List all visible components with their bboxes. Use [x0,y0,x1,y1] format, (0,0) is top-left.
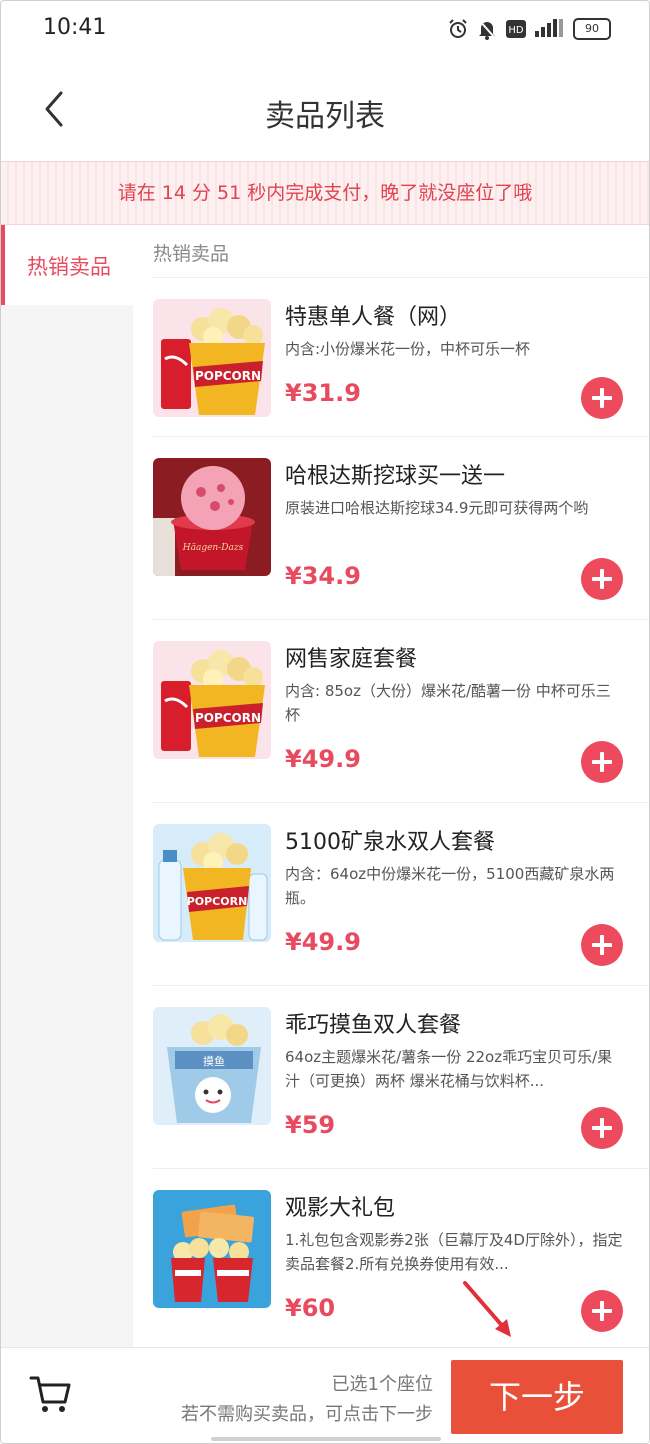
svg-text:Häagen-Dazs: Häagen-Dazs [182,543,244,553]
next-step-button[interactable]: 下一步 [451,1360,623,1434]
product-name: 观影大礼包 [285,1196,396,1221]
svg-text:POPCORN: POPCORN [195,711,261,725]
add-to-cart-button[interactable] [581,377,623,419]
product-desc: 内含: 85oz（大份）爆米花/酷薯一份 中杯可乐三杯 [285,682,611,724]
gift-pack-icon [153,1190,271,1308]
product-price: ¥49.9 [285,745,361,773]
signal-icon [535,19,563,37]
ice-cream-icon: Häagen-Dazs [153,458,271,576]
product-price: ¥34.9 [285,562,361,590]
product-price: ¥31.9 [285,379,361,407]
seat-info: 已选1个座位 若不需购买卖品，可点击下一步 [181,1370,433,1430]
divider [153,1168,649,1169]
product-name: 网售家庭套餐 [285,647,418,672]
product-item[interactable]: POPCORN 5100矿泉水双人套餐 内含：64oz中份爆米花一份，5100西… [133,824,649,1007]
seat-selected-text: 已选1个座位 [331,1374,433,1395]
add-to-cart-button[interactable] [581,558,623,600]
svg-text:POPCORN: POPCORN [195,369,261,383]
popcorn-cola-icon: POPCORN [153,299,271,417]
product-desc: 64oz主题爆米花/薯条一份 22oz乖巧宝贝可乐/果汁（可更换）两杯 爆米花桶… [285,1048,613,1090]
product-name: 哈根达斯挖球买一送一 [285,464,506,489]
skip-hint-text: 若不需购买卖品，可点击下一步 [181,1404,433,1425]
divider [153,277,649,278]
product-name: 5100矿泉水双人套餐 [285,830,495,855]
divider [153,436,649,437]
home-indicator [211,1437,441,1441]
product-desc: 1.礼包包含观影券2张（巨幕厅及4D厅除外），指定卖品套餐2.所有兑换券使用有效… [285,1231,623,1273]
product-desc: 内含:小份爆米花一份，中杯可乐一杯 [285,340,531,358]
status-icons: HD 90 [447,17,611,41]
payment-countdown-banner: 请在 14 分 51 秒内完成支付，晚了就没座位了哦 [1,161,649,225]
product-desc: 内含：64oz中份爆米花一份，5100西藏矿泉水两瓶。 [285,865,615,907]
hd-icon: HD [506,20,526,38]
nav-header: 卖品列表 [1,57,649,161]
section-title: 热销卖品 [153,243,230,265]
add-to-cart-button[interactable] [581,1107,623,1149]
product-item[interactable]: POPCORN 特惠单人餐（网） 内含:小份爆米花一份，中杯可乐一杯 ¥31.9 [133,299,649,482]
svg-text:HD: HD [508,25,524,36]
mute-bell-icon [478,19,496,40]
product-item[interactable]: POPCORN 网售家庭套餐 内含: 85oz（大份）爆米花/酷薯一份 中杯可乐… [133,641,649,824]
product-price: ¥59 [285,1111,336,1139]
divider [153,802,649,803]
divider [153,985,649,986]
sidebar-item-label: 热销卖品 [27,255,111,279]
annotation-arrow-icon [463,1281,511,1337]
add-to-cart-button[interactable] [581,1290,623,1332]
product-price: ¥60 [285,1294,336,1322]
add-to-cart-button[interactable] [581,741,623,783]
product-price: ¥49.9 [285,928,361,956]
battery-icon: 90 [573,18,611,40]
svg-text:POPCORN: POPCORN [187,895,248,908]
product-item[interactable]: Häagen-Dazs 哈根达斯挖球买一送一 原装进口哈根达斯挖球34.9元即可… [133,458,649,641]
divider [153,619,649,620]
alarm-icon [449,19,467,38]
product-name: 乖巧摸鱼双人套餐 [285,1013,462,1038]
active-indicator [1,225,5,305]
popcorn-cola-icon: POPCORN [153,641,271,759]
svg-text:摸鱼: 摸鱼 [203,1054,225,1068]
app-screen: 10:41 HD 90 卖品列表 请在 14 分 51 秒内完成支付，晚了就没座… [0,0,650,1444]
themed-bucket-icon: 摸鱼 [153,1007,271,1125]
product-name: 特惠单人餐（网） [285,305,462,330]
page-title: 卖品列表 [265,99,385,134]
popcorn-water-icon: POPCORN [153,824,271,942]
product-item[interactable]: 观影大礼包 1.礼包包含观影券2张（巨幕厅及4D厅除外），指定卖品套餐2.所有兑… [133,1190,649,1373]
sidebar-item-hot-sales[interactable]: 热销卖品 [1,225,133,305]
product-item[interactable]: 摸鱼 乖巧摸鱼双人套餐 64oz主题爆米花/薯条一份 22oz乖巧宝贝可乐/果汁… [133,1007,649,1190]
status-time: 10:41 [43,15,107,40]
product-desc: 原装进口哈根达斯挖球34.9元即可获得两个哟 [285,499,589,517]
status-bar: 10:41 HD 90 [1,1,649,57]
category-sidebar: 热销卖品 [1,225,133,1347]
add-to-cart-button[interactable] [581,924,623,966]
bottom-action-bar: 已选1个座位 若不需购买卖品，可点击下一步 下一步 [1,1347,649,1443]
cart-icon[interactable] [29,1374,71,1414]
